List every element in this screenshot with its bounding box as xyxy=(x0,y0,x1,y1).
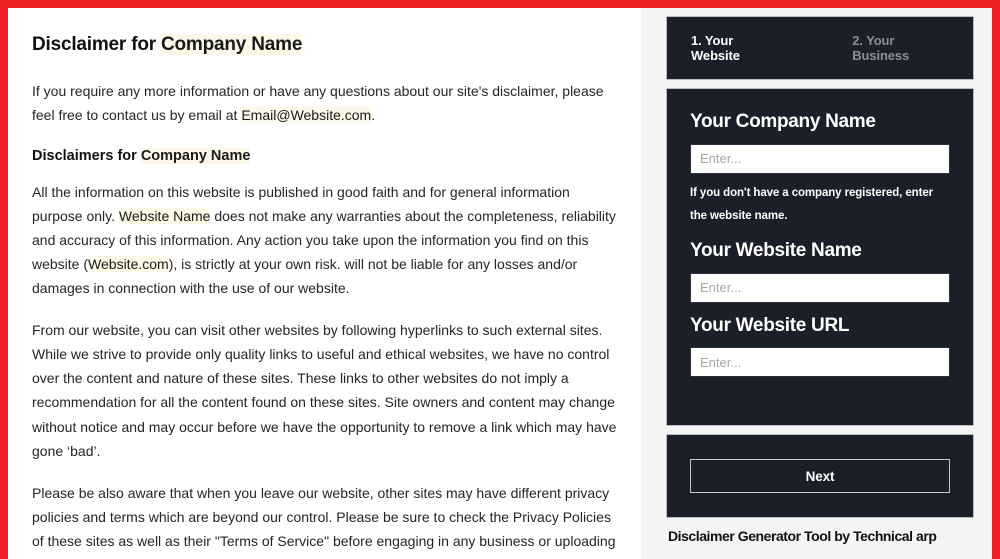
page-title-prefix: Disclaimer for xyxy=(32,34,161,55)
intro-paragraph: If you require any more information or h… xyxy=(32,79,617,127)
page-title-highlight: Company Name xyxy=(161,34,303,55)
generator-tool-column: 1. Your Website 2. Your Business Your Co… xyxy=(666,8,992,559)
website-name-highlight: Website Name xyxy=(118,207,211,224)
disclaimer-paragraph-1: All the information on this website is p… xyxy=(32,180,617,300)
page-title: Disclaimer for Company Name xyxy=(32,34,617,57)
label-website-name: Your Website Name xyxy=(690,239,862,261)
step-tabs-bar: 1. Your Website 2. Your Business xyxy=(666,16,974,80)
page-root: Disclaimer for Company Name If you requi… xyxy=(8,8,992,559)
label-company-name: Your Company Name xyxy=(690,111,876,132)
intro-text-after: . xyxy=(371,106,376,123)
disclaimer-document: Disclaimer for Company Name If you requi… xyxy=(8,8,641,559)
panel-divider xyxy=(641,8,666,559)
website-details-form: Your Company Name If you don't have a co… xyxy=(666,88,974,426)
tool-footer-credit: Disclaimer Generator Tool by Technical a… xyxy=(668,528,937,544)
website-url-input[interactable] xyxy=(690,347,950,378)
contact-email-highlight: Email@Website.com xyxy=(241,106,372,123)
tab-your-website[interactable]: 1. Your Website xyxy=(691,33,780,63)
label-website-url: Your Website URL xyxy=(690,314,850,336)
website-name-input[interactable] xyxy=(690,272,950,303)
red-border-frame: Disclaimer for Company Name If you requi… xyxy=(0,0,1000,559)
company-name-input[interactable] xyxy=(690,143,950,174)
disclaimer-paragraph-3: Please be also aware that when you leave… xyxy=(32,484,616,559)
section-heading-prefix: Disclaimers for xyxy=(32,147,141,164)
website-url-highlight: Website.com xyxy=(88,256,169,273)
disclaimer-paragraph-2: From our website, you can visit other we… xyxy=(32,322,617,459)
tab-your-business[interactable]: 2. Your Business xyxy=(852,33,949,63)
next-button[interactable]: Next xyxy=(690,459,950,493)
section-heading-highlight: Company Name xyxy=(140,147,251,164)
form-actions-bar: Next xyxy=(666,434,974,518)
company-name-help-text: If you don't have a company registered, … xyxy=(690,186,933,222)
section-heading-disclaimers: Disclaimers for Company Name xyxy=(32,147,617,166)
